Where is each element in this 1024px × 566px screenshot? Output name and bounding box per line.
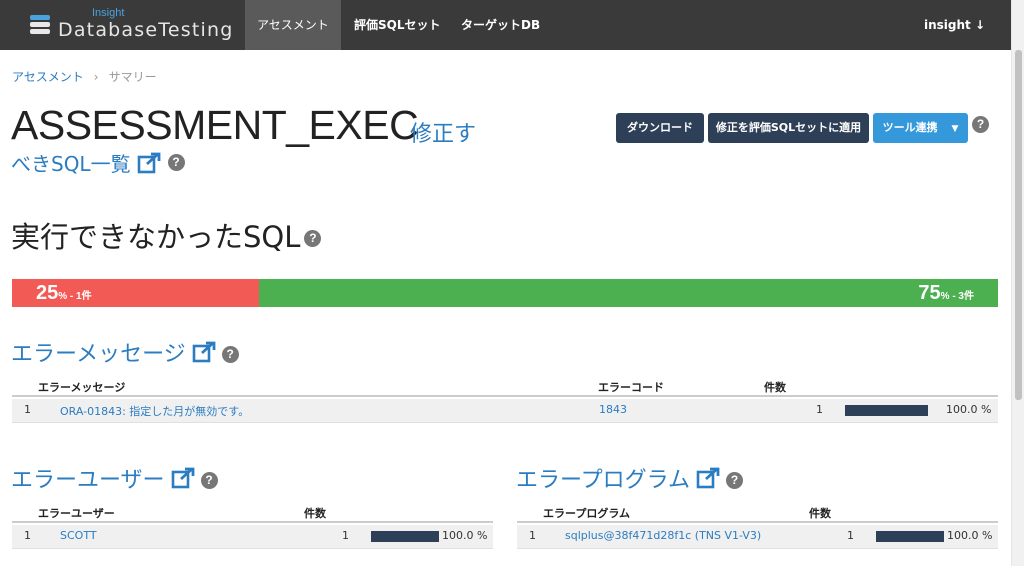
- error-message-link[interactable]: ORA-01843: 指定した月が無効です。: [60, 403, 249, 419]
- row-index: 1: [24, 403, 31, 416]
- count-bar: [845, 405, 928, 416]
- breadcrumb: アセスメント › サマリー: [12, 68, 157, 85]
- error-count: 1: [816, 403, 823, 416]
- result-progress-bar: 25% - 1件 75% - 3件: [12, 279, 998, 307]
- column-header[interactable]: 件数: [304, 505, 326, 521]
- column-header[interactable]: 件数: [764, 379, 786, 395]
- help-icon[interactable]: ?: [200, 471, 218, 489]
- help-icon[interactable]: ?: [726, 471, 744, 489]
- column-header[interactable]: 件数: [809, 505, 831, 521]
- fix-sql-list-label[interactable]: べきSQL一覧: [11, 148, 131, 177]
- error-programs-title[interactable]: エラープログラム: [516, 462, 690, 494]
- breadcrumb-assessment[interactable]: アセスメント: [12, 70, 84, 84]
- tool-integration-label: ツール連携: [882, 121, 938, 134]
- count-bar: [371, 531, 439, 542]
- fix-sql-list-link-continued[interactable]: べきSQL一覧 ?: [11, 148, 185, 177]
- error-programs-heading[interactable]: エラープログラム ?: [516, 462, 744, 494]
- nav-item-sql-sets[interactable]: 評価SQLセット: [342, 0, 453, 50]
- database-icon: [30, 14, 50, 38]
- apply-fixes-button[interactable]: 修正を評価SQLセットに適用: [708, 113, 869, 143]
- error-messages-heading[interactable]: エラーメッセージ ?: [11, 336, 239, 368]
- progress-failed-label: 25% - 1件: [36, 282, 92, 304]
- help-icon[interactable]: ?: [167, 154, 185, 171]
- page-title: ASSESSMENT_EXEC: [11, 102, 419, 148]
- count-percent: 100.0 %: [946, 403, 992, 416]
- user-count: 1: [342, 529, 349, 542]
- table-row: 1 ORA-01843: 指定した月が無効です。 1843 1 100.0 %: [12, 399, 998, 423]
- download-button[interactable]: ダウンロード: [616, 113, 704, 143]
- external-link-icon[interactable]: [192, 341, 218, 363]
- error-users-title[interactable]: エラーユーザー: [11, 462, 165, 494]
- count-bar: [876, 531, 944, 542]
- logo-small-text: Insight: [92, 7, 125, 19]
- caret-down-icon: ▼: [951, 124, 959, 134]
- progress-failed-segment: 25% - 1件: [12, 279, 259, 307]
- tool-integration-dropdown[interactable]: ツール連携 ▼: [873, 113, 968, 143]
- failed-sql-title: 実行できなかったSQL: [11, 220, 301, 254]
- failed-sql-heading: 実行できなかったSQL ?: [11, 214, 322, 256]
- scrollbar[interactable]: [1011, 0, 1024, 566]
- count-percent: 100.0 %: [442, 529, 488, 542]
- help-icon-tools[interactable]: ?: [972, 116, 989, 133]
- column-header[interactable]: エラーユーザー: [38, 505, 115, 521]
- column-header[interactable]: エラーコード: [598, 379, 664, 395]
- breadcrumb-summary: サマリー: [108, 70, 157, 84]
- error-messages-title[interactable]: エラーメッセージ: [11, 336, 186, 368]
- external-link-icon[interactable]: [137, 152, 163, 174]
- error-user-link[interactable]: SCOTT: [60, 529, 97, 542]
- external-link-icon[interactable]: [696, 467, 722, 489]
- program-count: 1: [847, 529, 854, 542]
- top-navbar: Insight DatabaseTesting アセスメント 評価SQLセット …: [0, 0, 1011, 50]
- app-logo[interactable]: Insight DatabaseTesting: [30, 7, 234, 42]
- table-row: 1 sqlplus@38f471d28f1c (TNS V1-V3) 1 100…: [517, 525, 998, 549]
- column-header[interactable]: エラープログラム: [543, 505, 630, 521]
- error-programs-table-header: エラープログラム 件数: [517, 503, 998, 523]
- help-icon-failed[interactable]: ?: [304, 229, 322, 247]
- count-percent: 100.0 %: [947, 529, 993, 542]
- error-users-heading[interactable]: エラーユーザー ?: [11, 462, 218, 494]
- row-index: 1: [529, 529, 536, 542]
- column-header[interactable]: エラーメッセージ: [38, 379, 125, 395]
- row-index: 1: [24, 529, 31, 542]
- breadcrumb-separator: ›: [93, 70, 99, 84]
- fix-sql-list-link[interactable]: 修正す: [410, 116, 476, 148]
- error-users-table-header: エラーユーザー 件数: [12, 503, 493, 523]
- nav-item-assessment[interactable]: アセスメント: [245, 0, 341, 50]
- error-code-link[interactable]: 1843: [599, 403, 627, 416]
- scrollbar-thumb[interactable]: [1015, 50, 1022, 400]
- nav-item-target-db[interactable]: ターゲットDB: [449, 0, 552, 50]
- table-row: 1 SCOTT 1 100.0 %: [12, 525, 493, 549]
- progress-passed-label: 75% - 3件: [918, 282, 974, 304]
- help-icon[interactable]: ?: [221, 345, 239, 363]
- user-menu[interactable]: insight ↓: [924, 0, 985, 50]
- progress-passed-segment: 75% - 3件: [258, 279, 998, 307]
- error-messages-table-header: エラーメッセージ エラーコード 件数: [12, 377, 998, 397]
- external-link-icon[interactable]: [171, 467, 197, 489]
- logo-big-text: DatabaseTesting: [58, 19, 234, 41]
- error-program-link[interactable]: sqlplus@38f471d28f1c (TNS V1-V3): [565, 529, 761, 542]
